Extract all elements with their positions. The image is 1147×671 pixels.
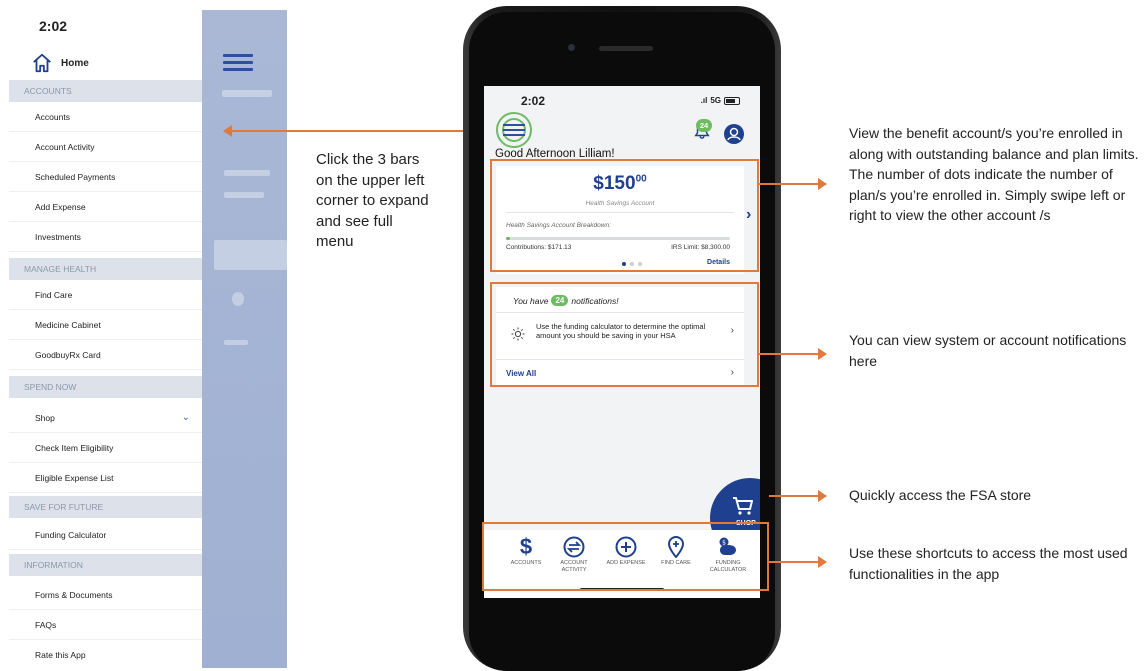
menu-item-account-activity[interactable]: Account Activity <box>9 132 202 162</box>
expanded-menu-screenshot: 2:02 Home ACCOUNTS Accounts Account Acti… <box>9 10 287 668</box>
hamburger-menu-icon <box>503 124 525 139</box>
shop-note: Quickly access the FSA store <box>849 487 1032 503</box>
menu-item-shop-label: Shop <box>35 413 55 423</box>
shopping-cart-icon <box>733 497 753 515</box>
menu-item-faqs[interactable]: FAQs <box>9 610 202 640</box>
blur-block <box>214 240 287 270</box>
menu-item-medicine-cabinet[interactable]: Medicine Cabinet <box>9 310 202 340</box>
menu-item-goodbuyrx-card[interactable]: GoodbuyRx Card <box>9 340 202 370</box>
menu-home-label: Home <box>61 57 89 69</box>
shortcuts-note: Use these shortcuts to access the most u… <box>849 545 1128 582</box>
blur-block <box>224 170 270 176</box>
menu-item-investments[interactable]: Investments <box>9 222 202 252</box>
hamburger-menu-button[interactable] <box>496 112 532 148</box>
menu-section-manage-health: MANAGE HEALTH <box>9 258 202 280</box>
blur-block <box>222 90 272 97</box>
phone-speaker <box>599 46 653 51</box>
menu-section-save-for-future: SAVE FOR FUTURE <box>9 496 202 518</box>
blur-block <box>224 192 264 198</box>
battery-icon <box>724 96 740 105</box>
menu-item-scheduled-payments[interactable]: Scheduled Payments <box>9 162 202 192</box>
menu-item-find-care[interactable]: Find Care <box>9 280 202 310</box>
menu-item-home[interactable]: Home <box>31 50 89 76</box>
notifications-arrow <box>759 348 827 360</box>
status-time: 2:02 <box>521 94 546 108</box>
shortcuts-highlight <box>482 522 769 591</box>
menu-item-forms-documents[interactable]: Forms & Documents <box>9 580 202 610</box>
menu-item-check-item-eligibility[interactable]: Check Item Eligibility <box>9 433 202 463</box>
blur-block <box>232 292 244 306</box>
signal-icon: .ıl <box>700 96 708 105</box>
accounts-note: View the benefit account/s you’re enroll… <box>849 125 1139 223</box>
notifications-note: You can view system or account notificat… <box>849 332 1127 369</box>
notifications-highlight <box>490 282 759 387</box>
menu-instruction-note: Click the 3 bars on the upper left corne… <box>316 151 429 250</box>
account-card-highlight <box>490 159 759 272</box>
chevron-down-icon[interactable]: ⌄ <box>182 403 190 433</box>
menu-item-eligible-expense-list[interactable]: Eligible Expense List <box>9 463 202 493</box>
hamburger-menu-icon[interactable] <box>223 54 253 71</box>
menu-section-information: INFORMATION <box>9 554 202 576</box>
menu-section-accounts: ACCOUNTS <box>9 80 202 102</box>
network-label: 5G <box>710 96 721 105</box>
side-menu: 2:02 Home ACCOUNTS Accounts Account Acti… <box>9 10 202 668</box>
menu-item-accounts[interactable]: Accounts <box>9 102 202 132</box>
status-bar-icons: .ıl 5G <box>701 96 740 105</box>
shortcuts-arrow <box>769 556 827 568</box>
accounts-arrow <box>759 178 827 190</box>
blur-block <box>224 340 248 345</box>
menu-arrow <box>223 125 488 137</box>
home-icon <box>33 53 51 73</box>
blurred-home-screen: .ıl 5G ▮ <box>202 10 287 668</box>
menu-section-spend-now: SPEND NOW <box>9 376 202 398</box>
phone-camera <box>568 44 575 51</box>
menu-item-funding-calculator[interactable]: Funding Calculator <box>9 520 202 550</box>
profile-avatar-icon[interactable] <box>724 124 744 144</box>
status-time: 2:02 <box>39 18 68 34</box>
menu-item-rate-this-app[interactable]: Rate this App <box>9 640 202 668</box>
menu-item-add-expense[interactable]: Add Expense <box>9 192 202 222</box>
shop-arrow <box>769 490 827 502</box>
user-icon <box>727 127 741 141</box>
notification-badge: 24 <box>696 119 712 132</box>
menu-item-shop[interactable]: Shop ⌄ <box>9 403 202 433</box>
